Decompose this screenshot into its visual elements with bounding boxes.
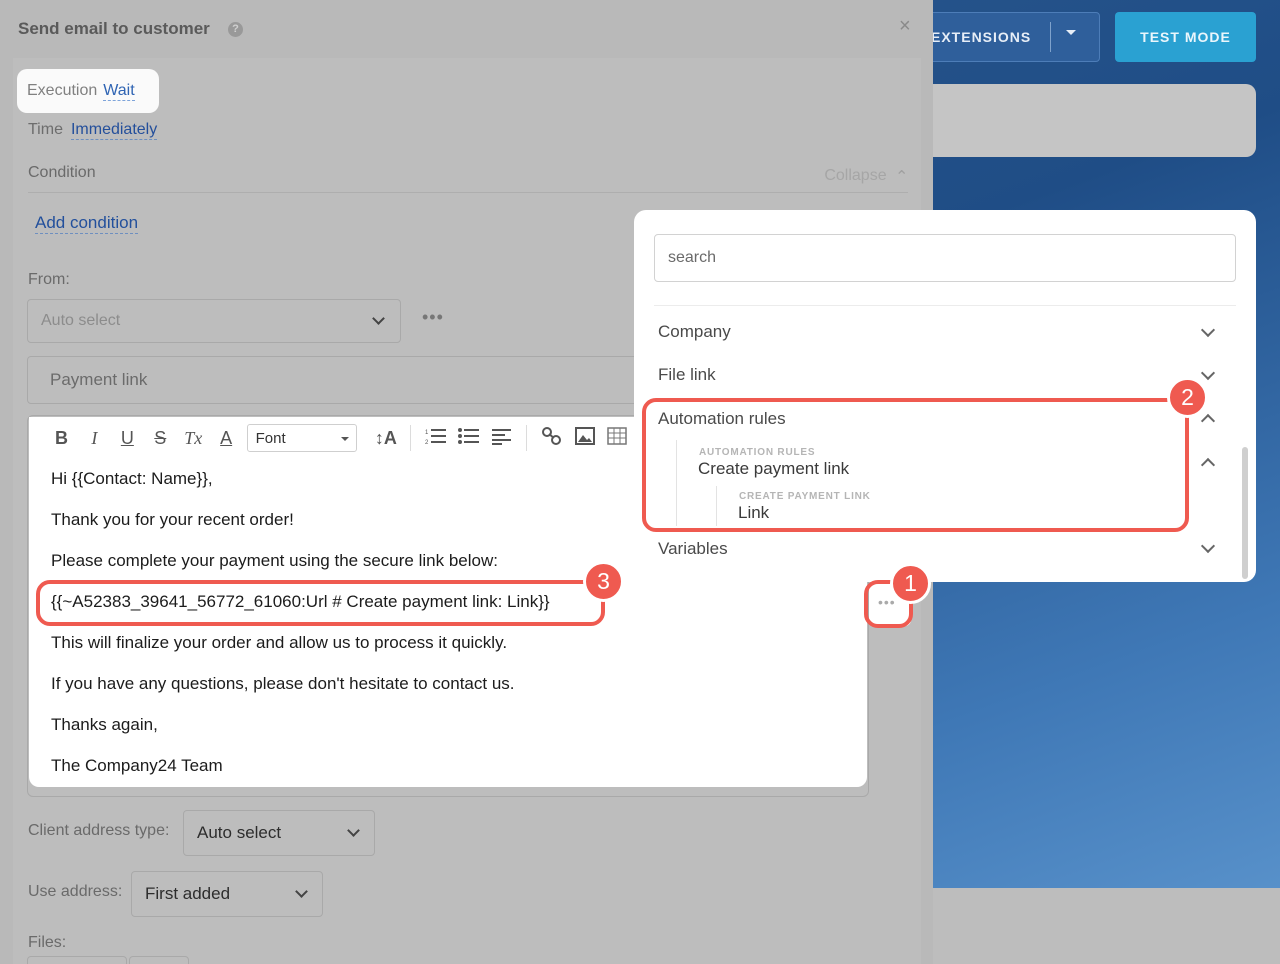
from-more-button[interactable]: ••• <box>422 307 444 328</box>
step-badge-3: 3 <box>583 561 624 602</box>
client-address-type-value: Auto select <box>197 823 282 842</box>
help-icon[interactable]: ? <box>228 22 243 37</box>
category-company[interactable]: Company <box>658 322 731 342</box>
category-variables[interactable]: Variables <box>658 539 728 559</box>
from-value: Auto select <box>41 312 121 329</box>
link-icon[interactable] <box>535 426 568 451</box>
chevron-up-icon[interactable] <box>1200 413 1216 429</box>
chevron-up-icon[interactable] <box>1200 457 1216 473</box>
client-address-type-select[interactable]: Auto select <box>183 810 375 856</box>
bold-button[interactable]: B <box>45 428 78 449</box>
execution-label: Execution <box>27 82 98 99</box>
chevron-down-icon[interactable] <box>1200 538 1216 554</box>
use-address-select[interactable]: First added <box>131 871 323 917</box>
chevron-down-icon <box>347 824 360 837</box>
font-select-value: Font <box>255 429 286 447</box>
extensions-button[interactable]: EXTENSIONS <box>916 12 1100 62</box>
panel-title: Send email to customer <box>18 19 210 38</box>
condition-header: Condition Collapse ⌄ <box>28 164 908 185</box>
category-file-link[interactable]: File link <box>658 365 716 385</box>
italic-button[interactable]: I <box>78 428 111 449</box>
collapse-label: Collapse <box>824 167 887 184</box>
chevron-down-icon <box>295 885 308 898</box>
divider <box>654 305 1236 306</box>
body-line: If you have any questions, please don't … <box>51 674 515 693</box>
bulleted-list-icon[interactable] <box>452 427 485 450</box>
table-icon[interactable] <box>601 426 634 450</box>
divider <box>28 192 908 193</box>
execution-value-link[interactable]: Wait <box>103 82 135 101</box>
step-badge-1: 1 <box>890 563 931 604</box>
body-line: Thank you for your recent order! <box>51 510 294 529</box>
close-icon[interactable]: × <box>899 16 911 36</box>
clear-format-button[interactable]: Tx <box>177 428 210 449</box>
toolbar-separator <box>410 425 412 451</box>
extensions-dropdown-icon[interactable] <box>1066 30 1076 35</box>
from-label: From: <box>28 271 70 288</box>
numbered-list-icon[interactable]: 12 <box>419 427 452 450</box>
toolbar-separator <box>526 425 528 451</box>
underline-button[interactable]: U <box>111 428 144 449</box>
body-line: Thanks again, <box>51 715 158 734</box>
font-select[interactable]: Font <box>246 424 358 452</box>
files-label: Files: <box>28 934 67 951</box>
files-add-button[interactable] <box>129 956 189 964</box>
editor-toolbar: B I U S Tx A Font ↕A 12 <box>29 417 634 459</box>
test-mode-button[interactable]: TEST MODE <box>1115 12 1256 62</box>
subject-input[interactable]: Payment link <box>27 356 667 404</box>
step-badge-2: 2 <box>1167 377 1208 418</box>
time-setting: Time Immediately <box>28 121 158 140</box>
font-size-button[interactable]: ↕A <box>369 428 402 449</box>
body-line: The Company24 Team <box>51 756 223 775</box>
use-address-label: Use address: <box>28 883 123 900</box>
align-icon[interactable] <box>485 427 518 450</box>
caret-down-icon <box>341 437 350 441</box>
extensions-label: EXTENSIONS <box>931 29 1032 45</box>
svg-text:1: 1 <box>425 430 429 436</box>
svg-text:2: 2 <box>425 440 429 445</box>
chevron-down-icon[interactable] <box>1200 322 1216 338</box>
use-address-value: First added <box>145 884 231 903</box>
add-condition-link[interactable]: Add condition <box>35 213 139 234</box>
client-address-type-label: Client address type: <box>28 822 170 839</box>
time-value-link[interactable]: Immediately <box>70 121 158 140</box>
files-upload-button[interactable] <box>27 956 127 964</box>
text-color-button[interactable]: A <box>210 428 243 449</box>
background-footer <box>930 888 1280 964</box>
execution-setting: Execution Wait <box>17 69 159 113</box>
chevron-up-icon: ⌄ <box>894 166 908 183</box>
body-line: Please complete your payment using the s… <box>51 551 498 570</box>
time-label: Time <box>28 121 63 138</box>
body-line: Hi {{Contact: Name}}, <box>51 469 213 488</box>
condition-label: Condition <box>28 164 96 181</box>
collapse-button[interactable]: Collapse ⌄ <box>824 165 908 185</box>
from-select[interactable]: Auto select <box>27 299 401 343</box>
highlight-automation-rules <box>642 398 1189 532</box>
chevron-down-icon <box>372 312 385 325</box>
field-search-input[interactable]: search <box>654 234 1236 282</box>
extensions-separator <box>1050 22 1051 52</box>
body-line: This will finalize your order and allow … <box>51 633 508 652</box>
image-icon[interactable] <box>568 426 601 450</box>
background-card <box>905 84 1256 157</box>
highlight-payment-link <box>36 580 605 626</box>
popup-scrollbar[interactable] <box>1242 447 1248 579</box>
chevron-down-icon[interactable] <box>1200 365 1216 381</box>
strikethrough-button[interactable]: S <box>144 428 177 449</box>
